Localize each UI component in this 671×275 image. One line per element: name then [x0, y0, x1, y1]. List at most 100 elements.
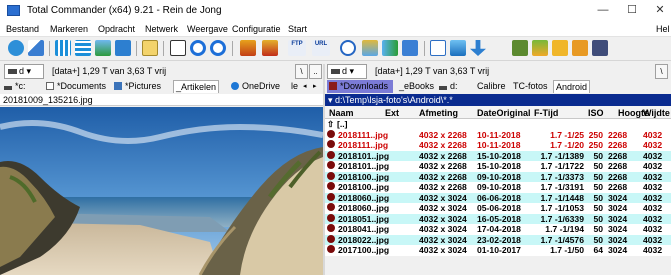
- file-dimensions: 4032 x 3024: [419, 192, 467, 203]
- ftp-icon[interactable]: FTP: [288, 40, 306, 56]
- unpack-files-icon[interactable]: [262, 40, 278, 56]
- file-iso: 50: [593, 150, 603, 161]
- file-date-original: 06-06-2018: [477, 192, 521, 203]
- file-row[interactable]: 2018101..jpg 4032 x 2268 15-10-2018 1.7 -1/…: [325, 150, 671, 161]
- url-icon[interactable]: URL: [312, 40, 330, 56]
- file-row[interactable]: 2017100..jpg 4032 x 3024 01-10-2017 1.7 -1/…: [325, 245, 671, 256]
- file-row[interactable]: 2018100..jpg 4032 x 2268 09-10-2018 1.7 -1/…: [325, 182, 671, 193]
- multi-rename-icon[interactable]: [362, 40, 378, 56]
- parent-dir-row[interactable]: ⇧ [..]: [325, 119, 671, 130]
- left-up-button[interactable]: ..: [309, 64, 322, 79]
- tree-view-icon[interactable]: [115, 40, 131, 56]
- search-files-icon[interactable]: [28, 40, 44, 56]
- invert-selection-icon[interactable]: [170, 40, 186, 56]
- tab-tc-fotos[interactable]: TC-fotos: [511, 80, 550, 93]
- file-row[interactable]: 2018060..jpg 4032 x 3024 06-06-2018 1.7 -1/…: [325, 192, 671, 203]
- file-dimensions: 4032 x 2268: [419, 161, 467, 171]
- menu-item-markeren[interactable]: Markeren: [50, 24, 88, 34]
- refresh-icon[interactable]: [8, 40, 24, 56]
- tab-calibre[interactable]: Calibre: [475, 80, 508, 93]
- compare-icon[interactable]: [402, 40, 418, 56]
- image-file-icon: [327, 203, 335, 211]
- image-file-icon: [327, 234, 335, 243]
- file-row[interactable]: 2018100..jpg 4032 x 2268 09-10-2018 1.7 -1/…: [325, 171, 671, 182]
- thumbnail-view-icon[interactable]: [95, 40, 111, 56]
- sync-dirs-icon[interactable]: [382, 40, 398, 56]
- file-f-time: 1.7 -1/3191: [540, 182, 584, 192]
- left-root-button[interactable]: \: [295, 64, 308, 79]
- folder-icon[interactable]: [552, 40, 568, 56]
- file-date-original: 15-10-2018: [477, 150, 521, 161]
- right-drive-select[interactable]: d ▾: [327, 64, 367, 79]
- file-dimensions: 4032 x 2268: [419, 171, 467, 182]
- file-iso: 50: [593, 203, 603, 213]
- tab-ebooks[interactable]: _eBooks: [397, 80, 436, 93]
- tab-downloads[interactable]: *Downloads: [327, 80, 393, 93]
- folder-open-icon[interactable]: [572, 40, 588, 56]
- file-row[interactable]: 2018041..jpg 4032 x 3024 17-04-2018 1.7 -1/…: [325, 224, 671, 235]
- menu-item-opdracht[interactable]: Opdracht: [98, 24, 135, 34]
- tab-android[interactable]: Android: [553, 80, 591, 93]
- menu-item-configuratie[interactable]: Configuratie: [232, 24, 281, 34]
- file-f-time: 1.7 -1/50: [550, 245, 584, 255]
- column-afmeting[interactable]: Afmeting: [419, 108, 458, 118]
- file-row[interactable]: 2018060..jpg 4032 x 3024 05-06-2018 1.7 -1/…: [325, 203, 671, 214]
- close-button[interactable]: ✕: [643, 0, 671, 21]
- tab-d[interactable]: d:: [437, 80, 460, 93]
- menu-item-netwerk[interactable]: Netwerk: [145, 24, 178, 34]
- tab-scroll-right-icon[interactable]: ▸: [313, 82, 317, 90]
- back-icon[interactable]: [190, 40, 206, 56]
- file-height: 3024: [608, 224, 628, 234]
- full-view-icon[interactable]: [75, 40, 91, 56]
- file-date-original: 05-06-2018: [477, 203, 521, 213]
- column-wijdte[interactable]: Wijdte: [643, 108, 670, 118]
- file-dimensions: 4032 x 3024: [419, 234, 467, 245]
- pack-files-icon[interactable]: [240, 40, 256, 56]
- left-path-bar[interactable]: 20181009_135216.jpg: [0, 94, 323, 106]
- tab-label: *Documents: [57, 81, 107, 91]
- copy-icon[interactable]: [450, 40, 466, 56]
- settings-icon[interactable]: [592, 40, 608, 56]
- file-iso: 50: [593, 224, 603, 234]
- tab-documents[interactable]: *Documents: [44, 80, 108, 93]
- file-f-time: 1.7 -1/3373: [540, 171, 584, 182]
- tab-onedrive[interactable]: OneDrive: [229, 80, 282, 93]
- brief-view-icon[interactable]: [55, 40, 71, 56]
- file-row[interactable]: 2018101..jpg 4032 x 2268 15-10-2018 1.7 -1/…: [325, 161, 671, 172]
- left-drive-select[interactable]: d ▾: [4, 64, 44, 79]
- right-path-bar[interactable]: ▾ d:\Temp\lsja-foto's\Android\*.*: [325, 94, 671, 106]
- file-row[interactable]: 2018022..jpg 4032 x 3024 23-02-2018 1.7 -1/…: [325, 234, 671, 245]
- column-f-tijd[interactable]: F-Tijd: [534, 108, 558, 118]
- file-f-time: 1.7 -1/1722: [540, 161, 584, 171]
- notepad-icon[interactable]: [430, 40, 446, 56]
- column-ext[interactable]: Ext: [385, 108, 399, 118]
- file-row[interactable]: 2018051..jpg 4032 x 3024 16-05-2018 1.7 -1/…: [325, 213, 671, 224]
- search-icon[interactable]: [340, 40, 356, 56]
- menu-item-start[interactable]: Start: [288, 24, 307, 34]
- file-dimensions: 4032 x 2268: [419, 182, 467, 192]
- right-root-button[interactable]: \: [655, 64, 668, 79]
- column-dateoriginal[interactable]: DateOriginal: [477, 108, 531, 118]
- explorer-icon[interactable]: [532, 40, 548, 56]
- column-naam[interactable]: Naam: [329, 108, 354, 118]
- file-row[interactable]: 2018111..jpg 4032 x 2268 10-11-2018 1.7 -1/…: [325, 129, 671, 140]
- download-arrow-icon[interactable]: [470, 40, 486, 56]
- image-file-icon: [327, 140, 335, 148]
- tab-artikelen[interactable]: _Artikelen: [173, 80, 220, 93]
- column-iso[interactable]: ISO: [588, 108, 604, 118]
- file-height: 2268: [608, 140, 628, 150]
- tab-pictures[interactable]: *Pictures: [112, 80, 163, 93]
- file-name: 2018051..jpg: [338, 213, 390, 224]
- menu-item-weergave[interactable]: Weergave: [187, 24, 228, 34]
- path-dropdown-icon[interactable]: ▾: [328, 95, 335, 105]
- file-row[interactable]: 2018111..jpg 4032 x 2268 10-11-2018 1.7 -1/…: [325, 140, 671, 151]
- menu-item-bestand[interactable]: Bestand: [6, 24, 39, 34]
- tab-scroll-left-icon[interactable]: ◂: [303, 82, 307, 90]
- menu-item-help[interactable]: Hel: [656, 24, 670, 34]
- file-name: 2018111..jpg: [338, 129, 389, 140]
- forward-icon[interactable]: [210, 40, 226, 56]
- tab-c[interactable]: *c:: [2, 80, 28, 93]
- tab-le[interactable]: le: [289, 80, 300, 93]
- tool-icon[interactable]: [512, 40, 528, 56]
- pack-icon[interactable]: [142, 40, 158, 56]
